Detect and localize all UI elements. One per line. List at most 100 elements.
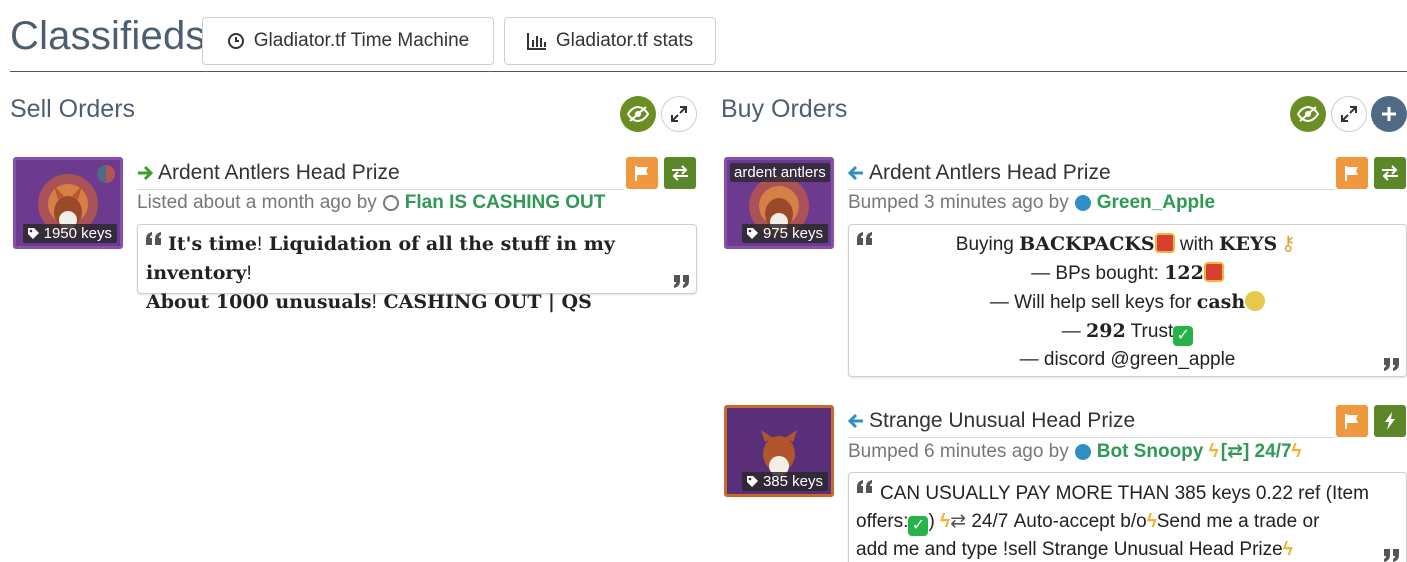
status-dot xyxy=(1074,443,1091,460)
arrow-left-icon xyxy=(848,165,863,181)
lightning-emoji: ϟ xyxy=(1282,539,1293,560)
trade-offer-button[interactable] xyxy=(664,157,696,189)
listing-item-name[interactable]: Strange Unusual Head Prize xyxy=(848,409,1135,433)
trade-offer-button[interactable] xyxy=(1374,157,1406,189)
sell-expand-button[interactable] xyxy=(661,96,697,132)
time-machine-label: Gladiator.tf Time Machine xyxy=(253,30,470,51)
sell-visibility-button[interactable] xyxy=(620,96,656,132)
clock-icon xyxy=(227,33,244,49)
listing-meta: Bumped 3 minutes ago by Green_Apple xyxy=(848,192,1215,214)
price-tag: 975 keys xyxy=(741,224,828,243)
lightning-emoji: ϟ xyxy=(1291,440,1302,462)
backpack-emoji xyxy=(1154,233,1175,253)
meta-prefix: Bumped 3 minutes ago by xyxy=(848,192,1069,213)
item-thumbnail[interactable]: 1950 keys xyxy=(13,157,123,249)
listing-item-name[interactable]: Ardent Antlers Head Prize xyxy=(848,161,1111,185)
lightning-emoji: ϟ xyxy=(1146,511,1157,532)
stats-button[interactable]: Gladiator.tf stats xyxy=(504,17,716,65)
comment-line: — Will help sell keys for cash xyxy=(857,288,1398,317)
listing-meta: Bumped 6 minutes ago by Bot Snoopy ϟ [⇄]… xyxy=(848,440,1302,463)
price-tag: 385 keys xyxy=(741,472,828,491)
stats-label: Gladiator.tf stats xyxy=(555,30,694,51)
listing-comment: CAN USUALLY PAY MORE THAN 385 keys 0.22 … xyxy=(848,472,1407,562)
user-link[interactable]: Flan IS CASHING OUT xyxy=(405,192,606,214)
status-dot xyxy=(382,195,399,211)
buy-orders-title: Buy Orders xyxy=(721,95,848,123)
user-link[interactable]: Bot Snoopy xyxy=(1097,441,1204,463)
exchange-glyph: ⇄ xyxy=(950,511,967,532)
listing-item-name[interactable]: Ardent Antlers Head Prize xyxy=(137,161,400,185)
backpack-emoji xyxy=(1203,262,1224,282)
status-dot xyxy=(1074,195,1091,211)
arrow-right-icon xyxy=(138,165,153,181)
comment-line: CAN USUALLY PAY MORE THAN 385 keys 0.22 … xyxy=(880,483,1369,504)
check-emoji: ✓ xyxy=(1173,326,1194,346)
tag-icon xyxy=(27,228,39,239)
add-listing-button[interactable] xyxy=(1371,96,1407,132)
time-machine-button[interactable]: Gladiator.tf Time Machine xyxy=(202,17,494,65)
lightning-icon xyxy=(1385,412,1395,430)
page-title: Classifieds xyxy=(10,14,206,58)
key-emoji: ⚷ xyxy=(1280,233,1296,255)
comment-line: Buying BACKPACKS with KEYS ⚷ xyxy=(857,230,1398,259)
tag-icon xyxy=(746,476,758,487)
bar-chart-icon xyxy=(526,33,546,50)
quote-open-icon xyxy=(857,232,872,245)
comment-line: — discord @green_apple xyxy=(1019,349,1236,370)
divider xyxy=(848,437,1334,438)
thumbnail-caption: ardent antlers xyxy=(730,163,830,182)
expand-icon xyxy=(1341,106,1357,122)
flag-icon xyxy=(1345,414,1358,429)
item-name-text: Ardent Antlers Head Prize xyxy=(869,161,1111,184)
quote-close-icon xyxy=(674,275,689,288)
report-button[interactable] xyxy=(626,157,658,189)
instant-trade-button[interactable] xyxy=(1374,405,1406,437)
buy-expand-button[interactable] xyxy=(1331,96,1367,132)
quote-close-icon xyxy=(1384,549,1399,562)
expand-icon xyxy=(671,106,687,122)
item-name-text: Strange Unusual Head Prize xyxy=(869,409,1136,432)
tag-icon xyxy=(746,228,758,239)
quote-close-icon xyxy=(1384,358,1399,371)
quality-indicator xyxy=(97,165,115,183)
check-emoji: ✓ xyxy=(908,516,929,536)
exchange-icon xyxy=(672,165,688,181)
flag-icon xyxy=(635,166,648,181)
quote-open-icon xyxy=(857,480,872,493)
item-thumbnail[interactable]: 385 keys xyxy=(724,405,834,497)
price-value: 975 keys xyxy=(762,225,823,242)
arrow-left-icon xyxy=(848,413,863,429)
report-button[interactable] xyxy=(1336,157,1368,189)
sell-orders-title: Sell Orders xyxy=(10,95,136,123)
plus-icon xyxy=(1382,107,1396,121)
meta-prefix: Bumped 6 minutes ago by xyxy=(848,440,1069,462)
comment-line: offers: ✓) ϟ⇄ 24/7 Auto-accept b/oϟSend m… xyxy=(856,511,1320,536)
divider xyxy=(848,189,1334,190)
exchange-icon xyxy=(1382,165,1398,181)
lightning-emoji: ϟ xyxy=(940,511,951,532)
comment-line: About 1000 unusuals! CASHING OUT | QS xyxy=(146,291,592,313)
report-button[interactable] xyxy=(1336,405,1368,437)
comment-line: add me and type !sell Strange Unusual He… xyxy=(856,539,1293,560)
meta-prefix: Listed about a month ago by xyxy=(137,192,377,213)
price-value: 385 keys xyxy=(762,473,823,490)
divider xyxy=(137,189,624,190)
item-name-text: Ardent Antlers Head Prize xyxy=(158,161,400,184)
quote-open-icon xyxy=(146,232,161,245)
money-bag-emoji xyxy=(1245,291,1266,311)
flag-icon xyxy=(1345,166,1358,181)
buy-visibility-button[interactable] xyxy=(1290,96,1326,132)
listing-meta: Listed about a month ago by Flan IS CASH… xyxy=(137,192,605,214)
item-thumbnail[interactable]: ardent antlers 975 keys xyxy=(724,157,834,249)
eye-slash-icon xyxy=(627,106,649,122)
lightning-emoji: ϟ xyxy=(1203,440,1219,462)
user-link[interactable]: Green_Apple xyxy=(1097,192,1215,214)
price-value: 1950 keys xyxy=(43,225,112,242)
listing-comment: Buying BACKPACKS with KEYS ⚷ — BPs bought… xyxy=(848,224,1407,377)
eye-slash-icon xyxy=(1297,106,1319,122)
comment-line: — 292 Trust ✓ xyxy=(857,317,1398,346)
comment-line: — BPs bought: 122 xyxy=(857,259,1398,288)
listing-comment: It's time! Liquidation of all the stuff … xyxy=(137,224,697,313)
user-suffix: [⇄] 24/7 xyxy=(1220,441,1292,462)
comment-line: It's time! Liquidation of all the stuff … xyxy=(146,233,615,284)
